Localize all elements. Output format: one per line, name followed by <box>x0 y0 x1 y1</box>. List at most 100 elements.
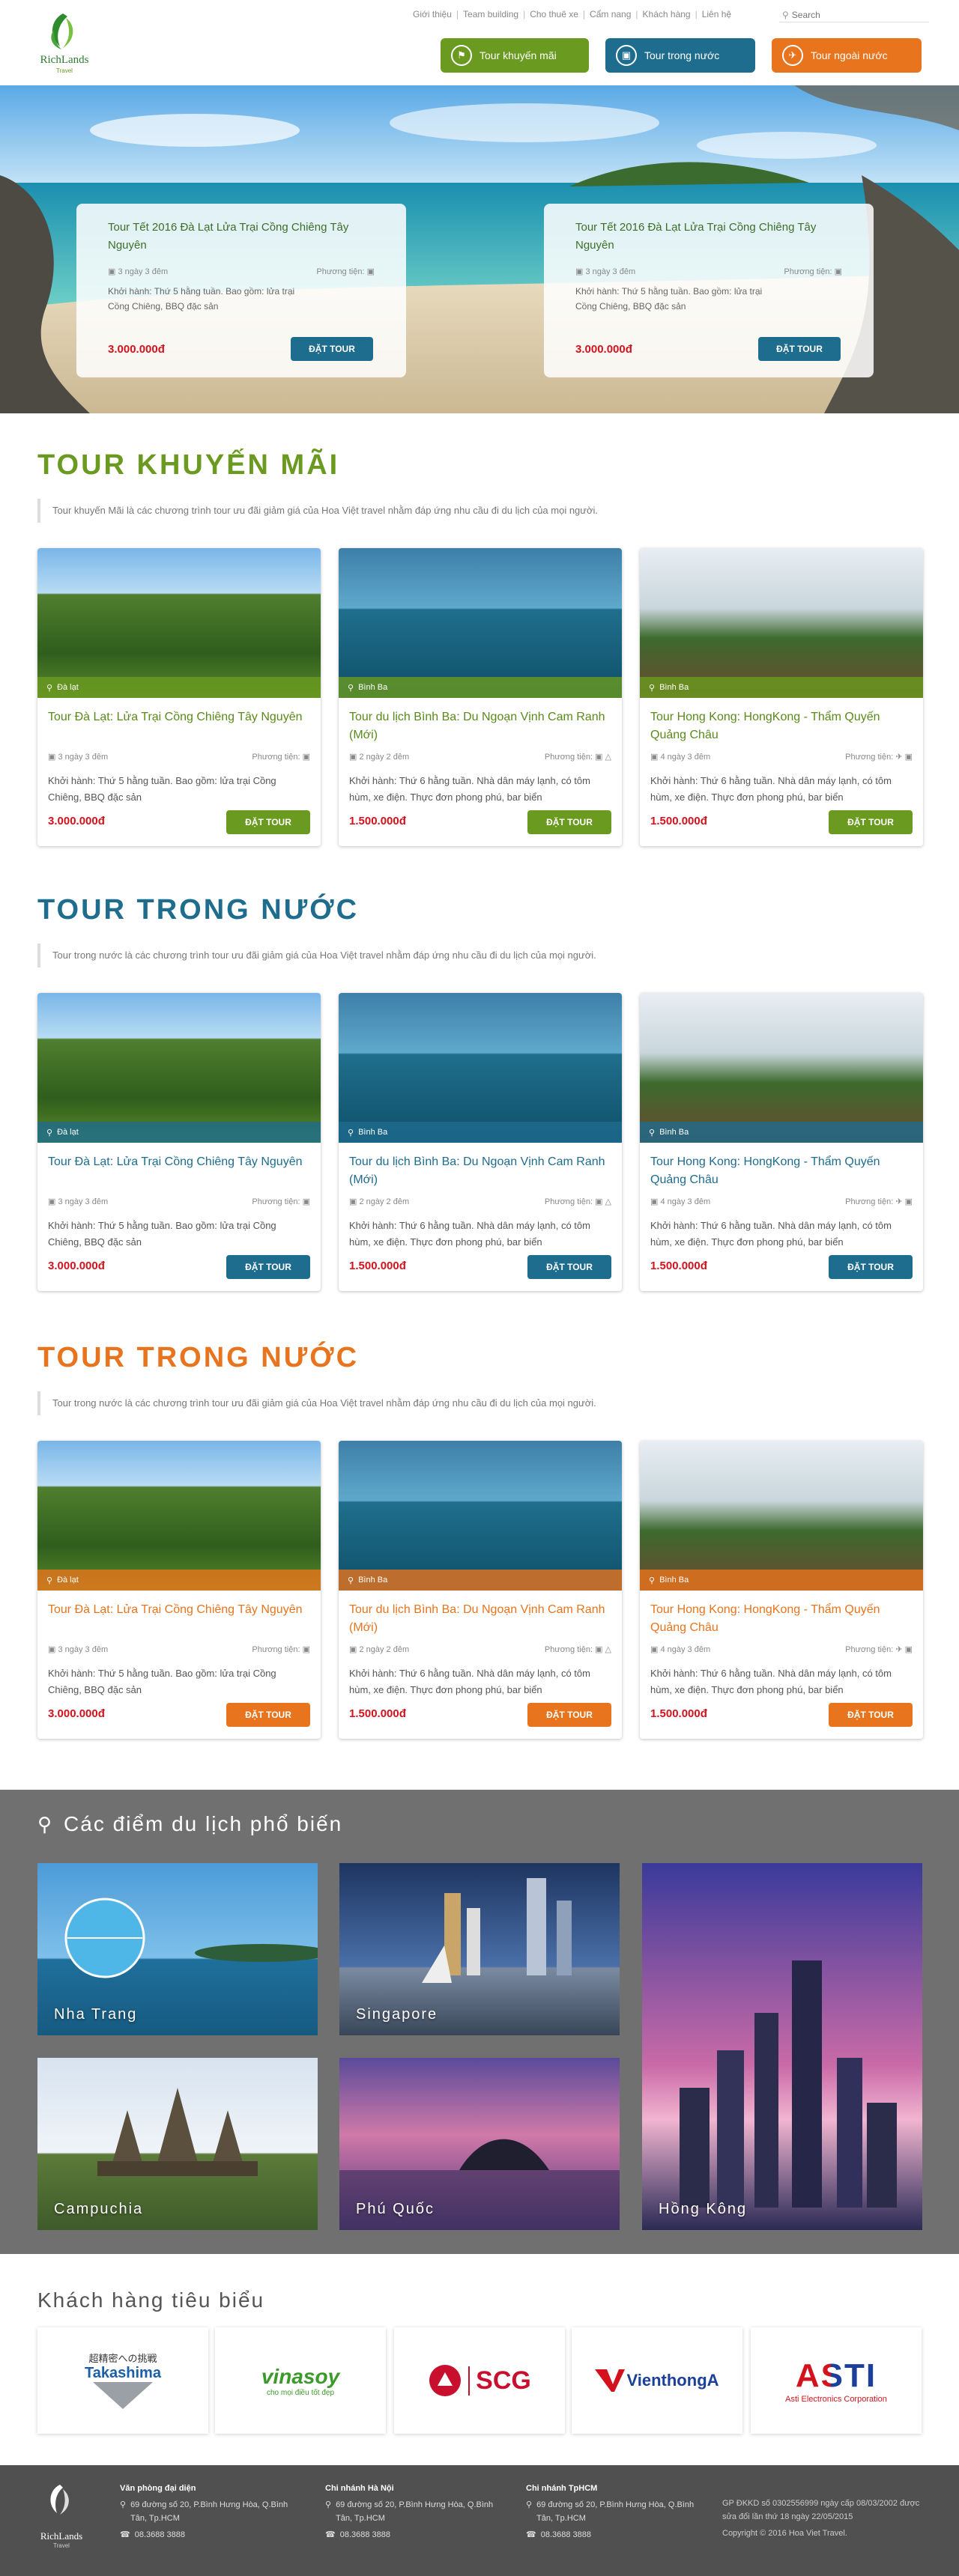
tour-title[interactable]: Tour Hong Kong: HongKong - Thẩm Quyến Qu… <box>650 1601 913 1637</box>
tour-card[interactable]: ⚲ Bình Ba Tour Hong Kong: HongKong - Thẩm … <box>640 993 923 1291</box>
book-tour-button[interactable]: ĐẶT TOUR <box>829 1703 913 1727</box>
book-tour-button[interactable]: ĐẶT TOUR <box>226 1703 310 1727</box>
tour-image[interactable]: ⚲ Bình Ba <box>339 1441 622 1591</box>
client-logo-vienthonga[interactable]: VienthongA <box>572 2327 742 2434</box>
client-logo-asti[interactable]: ASTI Asti Electronics Corporation <box>751 2327 922 2434</box>
tour-card[interactable]: ⚲ Bình Ba Tour du lịch Bình Ba: Du Ngoạn V… <box>339 993 622 1291</box>
destination-tile-singapore[interactable]: Singapore <box>339 1863 620 2035</box>
transport-icon: ▣ △ <box>595 753 611 762</box>
hero-tour-title[interactable]: Tour Tết 2016 Đà Lạt Lửa Trại Cồng Chiên… <box>108 219 375 256</box>
toplink-contact[interactable]: Liên hệ <box>698 9 736 19</box>
footer-logo[interactable]: RichLands Travel <box>37 2482 85 2549</box>
toplink-car-rental[interactable]: Cho thuê xe <box>525 9 583 19</box>
bus-icon: ▣ <box>834 267 842 276</box>
tour-title[interactable]: Tour Đà Lạt: Lửa Trại Cồng Chiêng Tây Ng… <box>48 1601 310 1619</box>
destination-label: Campuchia <box>54 2201 144 2217</box>
hero-tour-card[interactable]: Tour Tết 2016 Đà Lạt Lửa Trại Cồng Chiên… <box>76 204 406 377</box>
map-pin-icon: ⚲ <box>120 2500 127 2509</box>
footer-license: GP ĐKKD số 0302556999 ngày cấp 08/03/200… <box>722 2499 920 2521</box>
tour-title[interactable]: Tour Hong Kong: HongKong - Thẩm Quyến Qu… <box>650 708 913 744</box>
footer-hcm-heading: Chi nhánh TpHCM <box>526 2484 598 2493</box>
nav-tour-international-button[interactable]: ✈ Tour ngoài nước <box>772 38 922 73</box>
map-pin-icon: ⚲ <box>37 1812 54 1835</box>
book-tour-button[interactable]: ĐẶT TOUR <box>527 1703 611 1727</box>
tour-card[interactable]: ⚲ Đà lạt Tour Đà Lạt: Lửa Trại Cồng Chiêng… <box>37 1441 321 1739</box>
client-logo-scg[interactable]: SCG <box>394 2327 565 2434</box>
section-description: Tour trong nước là các chương trình tour… <box>37 1391 922 1415</box>
calendar-icon: ▣ <box>650 1197 661 1206</box>
book-tour-button[interactable]: ĐẶT TOUR <box>226 810 310 834</box>
tour-title[interactable]: Tour du lịch Bình Ba: Du Ngoạn Vịnh Cam … <box>349 708 611 744</box>
tour-image[interactable]: ⚲ Bình Ba <box>640 1441 923 1591</box>
tour-duration: 4 ngày 3 đêm <box>660 1645 711 1654</box>
transport-icon: ▣ <box>302 1197 310 1206</box>
tour-card[interactable]: ⚲ Đà lạt Tour Đà Lạt: Lửa Trại Cồng Chiêng… <box>37 993 321 1291</box>
hero-tour-title[interactable]: Tour Tết 2016 Đà Lạt Lửa Trại Cồng Chiên… <box>575 219 842 256</box>
tour-card[interactable]: ⚲ Bình Ba Tour Hong Kong: HongKong - Thẩm … <box>640 1441 923 1739</box>
tour-duration: 3 ngày 3 đêm <box>58 753 109 762</box>
destination-tile-hong-kong[interactable]: Hồng Kông <box>642 1863 922 2230</box>
transport-icon: ✈ ▣ <box>895 1197 913 1206</box>
calendar-icon: ▣ <box>48 1645 58 1654</box>
book-tour-button[interactable]: ĐẶT TOUR <box>758 337 841 361</box>
hero-tour-card[interactable]: Tour Tết 2016 Đà Lạt Lửa Trại Cồng Chiên… <box>544 204 874 377</box>
book-tour-button[interactable]: ĐẶT TOUR <box>829 1255 913 1279</box>
tour-image[interactable]: ⚲ Bình Ba <box>640 993 923 1143</box>
toplink-guide[interactable]: Cẩm nang <box>585 9 635 19</box>
tour-card[interactable]: ⚲ Bình Ba Tour Hong Kong: HongKong - Thẩm … <box>640 548 923 846</box>
book-tour-button[interactable]: ĐẶT TOUR <box>291 337 373 361</box>
footer-office-address: 69 đường số 20, P.Bình Hưng Hòa, Q.Bình … <box>130 2500 288 2523</box>
tour-image[interactable]: ⚲ Bình Ba <box>339 993 622 1143</box>
tour-location-bar: ⚲ Bình Ba <box>640 1122 923 1143</box>
tour-price: 1.500.000đ <box>349 815 406 827</box>
tour-location-bar: ⚲ Bình Ba <box>640 677 923 698</box>
destination-tile-phu-quoc[interactable]: Phú Quốc <box>339 2058 620 2230</box>
book-tour-button[interactable]: ĐẶT TOUR <box>829 810 913 834</box>
tour-image[interactable]: ⚲ Đà lạt <box>37 548 321 698</box>
tour-title[interactable]: Tour Hong Kong: HongKong - Thẩm Quyến Qu… <box>650 1153 913 1189</box>
toplink-customers[interactable]: Khách hàng <box>638 9 695 19</box>
tour-title[interactable]: Tour du lịch Bình Ba: Du Ngoạn Vịnh Cam … <box>349 1153 611 1189</box>
client-tagline: cho mọi điều tốt đẹp <box>266 2388 335 2397</box>
client-name: ASTI <box>785 2357 887 2395</box>
tour-image[interactable]: ⚲ Đà lạt <box>37 993 321 1143</box>
tour-location: Bình Ba <box>659 683 689 692</box>
client-logo-vinasoy[interactable]: vinasoy cho mọi điều tốt đẹp <box>215 2327 386 2434</box>
client-name: Takashima <box>85 2364 161 2381</box>
tour-image[interactable]: ⚲ Bình Ba <box>640 548 923 698</box>
brand-logo[interactable]: RichLands Travel <box>33 7 96 75</box>
search-input[interactable] <box>791 9 919 20</box>
tour-desc: Khởi hành: Thứ 5 hằng tuần. Bao gồm: lửa… <box>48 775 276 803</box>
toplink-team-building[interactable]: Team building <box>459 9 523 19</box>
calendar-icon: ▣ <box>650 753 661 762</box>
destination-tile-campuchia[interactable]: Campuchia <box>37 2058 318 2230</box>
tour-location: Đà lạt <box>57 683 79 692</box>
toplink-intro[interactable]: Giới thiệu <box>408 9 456 19</box>
search-icon[interactable]: ⚲ <box>782 10 789 20</box>
tour-title[interactable]: Tour du lịch Bình Ba: Du Ngoạn Vịnh Cam … <box>349 1601 611 1637</box>
tour-title[interactable]: Tour Đà Lạt: Lửa Trại Cồng Chiêng Tây Ng… <box>48 708 310 726</box>
transport-icon: ▣ △ <box>595 1645 611 1654</box>
hero-tour-duration: ▣ 3 ngày 3 đêm <box>108 267 169 276</box>
client-logo-takashima[interactable]: 超精密への挑戦 Takashima <box>37 2327 208 2434</box>
book-tour-button[interactable]: ĐẶT TOUR <box>527 810 611 834</box>
map-pin-icon: ⚲ <box>46 1128 53 1137</box>
nav-tour-promo-button[interactable]: ⚑ Tour khuyến mãi <box>441 38 589 73</box>
nav-tour-domestic-button[interactable]: ▣ Tour trong nước <box>605 38 755 73</box>
tour-card[interactable]: ⚲ Bình Ba Tour du lịch Bình Ba: Du Ngoạn V… <box>339 548 622 846</box>
tour-location: Đà lạt <box>57 1576 79 1585</box>
footer-copyright: Copyright © 2016 Hoa Viet Travel. <box>722 2529 847 2538</box>
tour-title[interactable]: Tour Đà Lạt: Lửa Trại Cồng Chiêng Tây Ng… <box>48 1153 310 1171</box>
tour-location: Bình Ba <box>659 1128 689 1137</box>
tour-image[interactable]: ⚲ Bình Ba <box>339 548 622 698</box>
tour-image[interactable]: ⚲ Đà lạt <box>37 1441 321 1591</box>
book-tour-button[interactable]: ĐẶT TOUR <box>527 1255 611 1279</box>
book-tour-button[interactable]: ĐẶT TOUR <box>226 1255 310 1279</box>
tour-location: Bình Ba <box>358 683 388 692</box>
tour-card[interactable]: ⚲ Đà lạt Tour Đà Lạt: Lửa Trại Cồng Chiêng… <box>37 548 321 846</box>
hong-kong-skyline-image <box>680 1960 897 2208</box>
destination-tile-nha-trang[interactable]: Nha Trang <box>37 1863 318 2035</box>
section-description: Tour trong nước là các chương trình tour… <box>37 944 922 967</box>
popular-destinations: ⚲ Các điểm du lịch phổ biến Nha Trang Sin… <box>0 1790 959 2254</box>
tour-card[interactable]: ⚲ Bình Ba Tour du lịch Bình Ba: Du Ngoạn V… <box>339 1441 622 1739</box>
